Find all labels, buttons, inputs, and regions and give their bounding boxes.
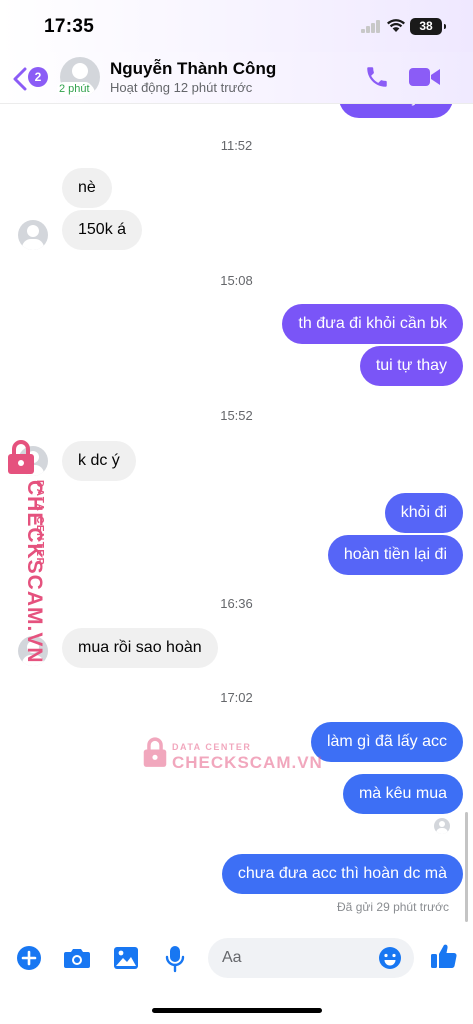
back-button[interactable]: 2 [12, 61, 52, 95]
status-bar: 17:35 38 [0, 0, 473, 52]
message-bubble-outgoing[interactable]: tiền chuyển [339, 104, 453, 118]
unread-badge: 2 [28, 67, 48, 87]
message-bubble-incoming[interactable]: mua rồi sao hoàn [62, 628, 218, 668]
message-bubble-incoming[interactable]: k dc ý [62, 441, 136, 481]
chevron-left-icon [13, 67, 27, 91]
timestamp: 11:52 [220, 138, 253, 153]
sender-avatar [18, 636, 48, 666]
message-bubble-outgoing[interactable]: th đưa đi khỏi cần bk [282, 304, 463, 344]
timestamp: 16:36 [220, 596, 253, 611]
sender-avatar [18, 220, 48, 250]
phone-icon[interactable] [364, 64, 390, 95]
activity-status: Hoạt động 12 phút trước [110, 80, 253, 95]
message-bubble-outgoing[interactable]: làm gì đã lấy acc [310, 722, 463, 762]
sent-status: Đã gửi 29 phút trước [337, 900, 449, 914]
camera-icon[interactable] [63, 945, 91, 976]
video-call-icon[interactable] [408, 65, 442, 94]
messenger-chat-screen: 17:35 38 2 2 phút Nguyễn Thành Công Hoạt… [0, 0, 473, 1024]
message-bubble-outgoing[interactable]: tui tự thay [359, 346, 463, 386]
message-bubble-incoming[interactable]: 150k á [62, 210, 143, 250]
cellular-signal-icon [361, 19, 381, 33]
message-bubble-outgoing[interactable]: khỏi đi [384, 493, 463, 533]
message-bubble-outgoing[interactable]: mà kêu mua [342, 774, 463, 814]
wifi-icon [386, 17, 406, 38]
emoji-icon[interactable] [378, 946, 402, 975]
gallery-icon[interactable] [113, 945, 139, 976]
seen-avatar [434, 818, 450, 834]
message-input[interactable] [222, 938, 372, 978]
timestamp: 15:08 [220, 273, 253, 288]
active-time-tag: 2 phút [57, 82, 92, 96]
plus-icon[interactable] [16, 945, 42, 976]
home-indicator [152, 1008, 322, 1013]
microphone-icon[interactable] [164, 945, 186, 978]
message-list[interactable]: tiền chuyển 11:52 nè 150k á 15:08 th đưa… [0, 104, 473, 930]
timestamp: 17:02 [220, 690, 253, 705]
sender-avatar [18, 446, 48, 476]
message-composer [0, 930, 473, 990]
message-bubble-outgoing[interactable]: chưa đưa acc thì hoàn dc mà [221, 854, 463, 894]
like-icon[interactable] [430, 942, 458, 975]
scrollbar[interactable] [465, 812, 468, 922]
message-bubble-incoming[interactable]: nè [62, 168, 112, 208]
chat-header: 2 2 phút Nguyễn Thành Công Hoạt động 12 … [0, 52, 473, 104]
message-input-container[interactable] [208, 938, 414, 978]
message-bubble-outgoing[interactable]: hoàn tiền lại đi [327, 535, 463, 575]
battery-icon: 38 [410, 18, 446, 35]
status-time: 17:35 [44, 16, 95, 37]
contact-name[interactable]: Nguyễn Thành Công [110, 59, 276, 79]
timestamp: 15:52 [220, 408, 253, 423]
